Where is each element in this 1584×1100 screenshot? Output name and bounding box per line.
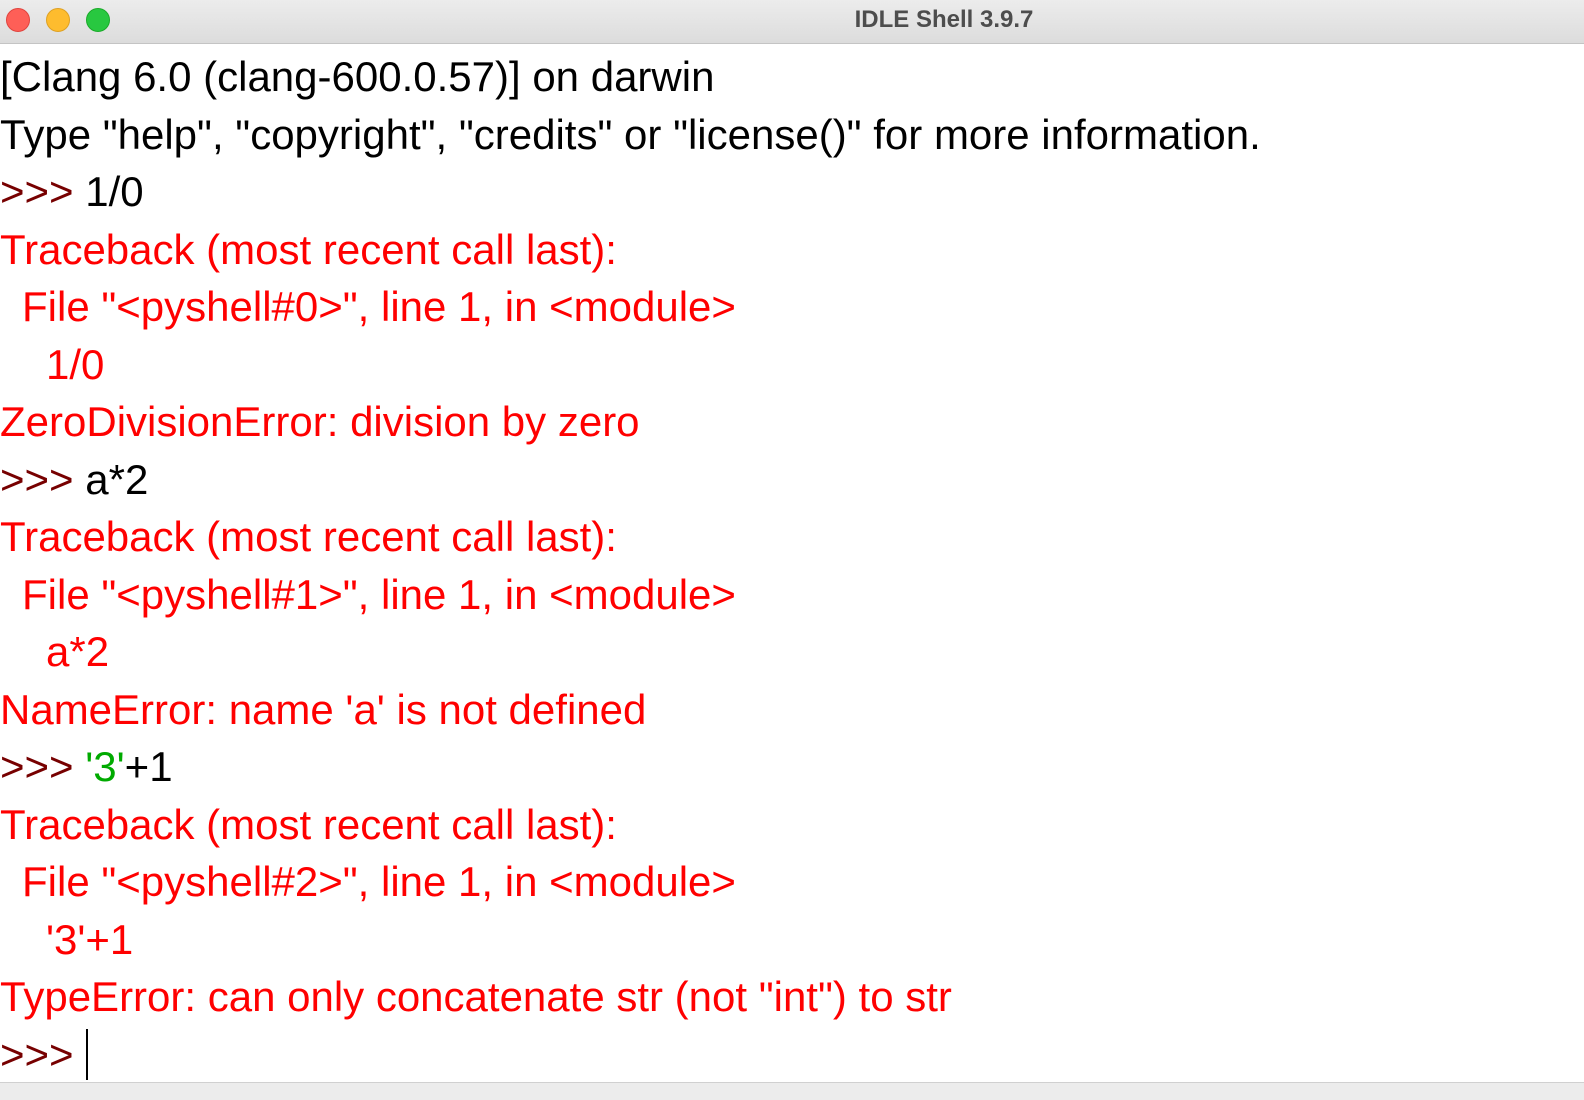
title-bar[interactable]: IDLE Shell 3.9.7 bbox=[0, 0, 1584, 44]
traceback-file-line: File "<pyshell#2>", line 1, in <module> bbox=[22, 858, 736, 905]
idle-shell-window: IDLE Shell 3.9.7 [Clang 6.0 (clang-600.0… bbox=[0, 0, 1584, 1100]
input-line: >>> a*2 bbox=[0, 451, 1584, 509]
input-code: 1/0 bbox=[85, 168, 144, 215]
error-message: ZeroDivisionError: division by zero bbox=[0, 398, 640, 445]
error-message: TypeError: can only concatenate str (not… bbox=[0, 973, 952, 1020]
error-message: NameError: name 'a' is not defined bbox=[0, 685, 647, 733]
traceback-header: Traceback (most recent call last): bbox=[0, 225, 617, 273]
traceback-code-line: 1/0 bbox=[46, 340, 105, 388]
input-code: +1 bbox=[124, 743, 173, 790]
current-input-line[interactable]: >>> bbox=[0, 1026, 1584, 1080]
banner-line: [Clang 6.0 (clang-600.0.57)] on darwin bbox=[0, 53, 715, 100]
traceback-file-line: File "<pyshell#0>", line 1, in <module> bbox=[22, 283, 736, 330]
prompt: >>> bbox=[0, 168, 74, 215]
traceback-file-line: File "<pyshell#1>", line 1, in <module> bbox=[22, 570, 736, 618]
prompt: >>> bbox=[0, 743, 74, 790]
input-code: a*2 bbox=[85, 455, 149, 503]
traceback-code-line: '3'+1 bbox=[46, 915, 134, 963]
shell-output-area[interactable]: [Clang 6.0 (clang-600.0.57)] on darwin T… bbox=[0, 48, 1584, 1080]
traceback-header: Traceback (most recent call last): bbox=[0, 800, 617, 848]
text-cursor bbox=[85, 1029, 88, 1080]
input-string-literal: '3' bbox=[85, 743, 125, 790]
window-title: IDLE Shell 3.9.7 bbox=[854, 6, 1034, 33]
input-line: >>> '3'+1 bbox=[0, 738, 1584, 796]
prompt: >>> bbox=[0, 455, 74, 503]
traceback-code-line: a*2 bbox=[46, 628, 110, 675]
input-line: >>> 1/0 bbox=[0, 163, 1584, 221]
traceback-header: Traceback (most recent call last): bbox=[0, 513, 617, 560]
banner-line: Type "help", "copyright", "credits" or "… bbox=[0, 110, 1261, 158]
prompt: >>> bbox=[0, 1030, 74, 1078]
status-bar bbox=[0, 1082, 1584, 1100]
